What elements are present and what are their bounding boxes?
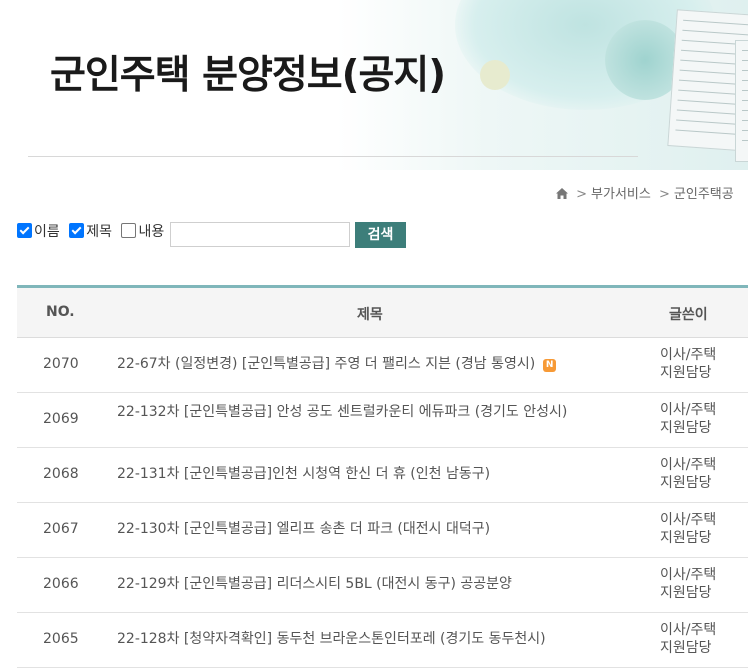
page-title: 군인주택 분양정보(공지) xyxy=(50,53,446,98)
post-number: 2069 xyxy=(43,411,79,427)
post-subject-link[interactable]: 22-132차 [군인특별공급] 안성 공도 센트럴카운티 에듀파크 (경기도 … xyxy=(117,404,622,421)
home-icon[interactable] xyxy=(556,188,568,199)
decorative-dot xyxy=(480,60,510,90)
table-row[interactable]: 2065 22-128차 [청약자격확인] 동두천 브라운스톤인터포레 (경기도… xyxy=(17,613,748,668)
table-header: NO. 제목 글쓴이 xyxy=(17,285,748,338)
post-writer: 이사/주택 지원담당 xyxy=(660,567,717,601)
table-row[interactable]: 2067 22-130차 [군인특별공급] 엘리프 송촌 더 파크 (대전시 대… xyxy=(17,503,748,558)
table-row[interactable]: 2070 22-67차 (일정변경) [군인특별공급] 주영 더 팰리스 지븐 … xyxy=(17,338,748,393)
content-checkbox-label: 내용 xyxy=(138,224,165,240)
post-subject-link[interactable]: 22-128차 [청약자격확인] 동두천 브라운스톤인터포레 (경기도 동두천시… xyxy=(117,631,622,648)
breadcrumb-separator: > xyxy=(659,187,670,202)
header-no: NO. xyxy=(46,304,75,320)
breadcrumb: > 부가서비스 > 군인주택공 xyxy=(556,183,734,202)
breadcrumb-separator: > xyxy=(576,187,588,202)
divider xyxy=(28,156,638,157)
post-writer: 이사/주택 지원담당 xyxy=(660,402,717,436)
header-subject: 제목 xyxy=(357,307,383,323)
post-subject-link[interactable]: 22-67차 (일정변경) [군인특별공급] 주영 더 팰리스 지븐 (경남 통… xyxy=(117,356,622,373)
post-number: 2068 xyxy=(43,466,79,482)
header-banner: 군인주택 분양정보(공지) xyxy=(0,0,748,170)
post-number: 2066 xyxy=(43,576,79,592)
post-number: 2070 xyxy=(43,356,79,372)
content-checkbox[interactable] xyxy=(121,223,137,238)
new-badge-icon: N xyxy=(543,359,557,372)
post-table: NO. 제목 글쓴이 2070 22-67차 (일정변경) [군인특별공급] 주… xyxy=(17,285,748,668)
post-number: 2065 xyxy=(43,631,79,647)
post-number: 2067 xyxy=(43,521,79,537)
post-subject-link[interactable]: 22-131차 [군인특별공급]인천 시청역 한신 더 휴 (인천 남동구) xyxy=(117,466,622,483)
subject-checkbox[interactable] xyxy=(69,223,85,238)
name-checkbox[interactable] xyxy=(17,223,32,238)
search-input[interactable] xyxy=(170,222,350,247)
post-writer: 이사/주택 지원담당 xyxy=(660,622,717,656)
name-checkbox-label: 이름 xyxy=(34,224,60,240)
post-writer: 이사/주택 지원담당 xyxy=(660,512,717,546)
subject-checkbox-label: 제목 xyxy=(86,224,112,240)
post-writer: 이사/주택 지원담당 xyxy=(660,347,717,381)
table-row[interactable]: 2066 22-129차 [군인특별공급] 리더스시티 5BL (대전시 동구)… xyxy=(17,558,748,613)
header-writer: 글쓴이 xyxy=(669,307,708,323)
table-row[interactable]: 2069 22-132차 [군인특별공급] 안성 공도 센트럴카운티 에듀파크 … xyxy=(17,393,748,448)
breadcrumb-item[interactable]: 부가서비스 xyxy=(591,187,651,202)
document-illustration xyxy=(735,40,748,162)
search-button[interactable]: 검색 xyxy=(355,222,406,248)
post-writer: 이사/주택 지원담당 xyxy=(660,457,717,491)
breadcrumb-item[interactable]: 군인주택공 xyxy=(674,187,734,202)
search-options: 이름 제목 내용 xyxy=(17,221,169,247)
table-row[interactable]: 2068 22-131차 [군인특별공급]인천 시청역 한신 더 휴 (인천 남… xyxy=(17,448,748,503)
post-subject-link[interactable]: 22-129차 [군인특별공급] 리더스시티 5BL (대전시 동구) 공공분양 xyxy=(117,576,622,593)
post-subject-link[interactable]: 22-130차 [군인특별공급] 엘리프 송촌 더 파크 (대전시 대덕구) xyxy=(117,521,622,538)
